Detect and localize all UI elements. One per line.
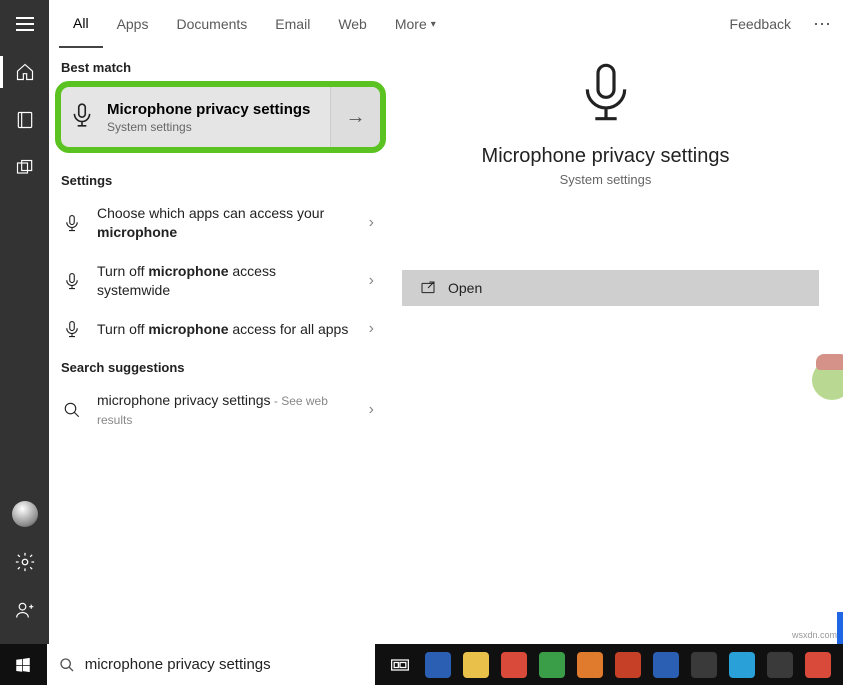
open-label: Open	[448, 280, 482, 296]
menu-button[interactable]	[0, 0, 49, 48]
sidebar-account[interactable]	[0, 490, 49, 538]
chevron-right-icon: ›	[363, 401, 380, 419]
taskbar-app[interactable]	[803, 650, 833, 680]
app-icon	[805, 652, 831, 678]
windows-icon	[14, 656, 32, 674]
taskbar-app[interactable]	[575, 650, 605, 680]
section-best-match: Best match	[49, 48, 392, 81]
taskbar-app[interactable]	[765, 650, 795, 680]
suggestion-row[interactable]: microphone privacy settings - See web re…	[49, 381, 392, 439]
person-icon	[15, 600, 35, 620]
start-sidebar	[0, 0, 49, 644]
settings-result-row[interactable]: Choose which apps can access your microp…	[49, 194, 392, 252]
best-match-result[interactable]: Microphone privacy settings System setti…	[55, 81, 386, 153]
microphone-icon	[69, 102, 95, 133]
microphone-icon	[61, 272, 83, 290]
preview-title: Microphone privacy settings	[482, 145, 730, 168]
search-panel: All Apps Documents Email Web More▾ Best …	[49, 0, 843, 644]
taskbar-app[interactable]	[727, 650, 757, 680]
window-edge-indicator	[837, 612, 843, 644]
app-icon	[653, 652, 679, 678]
taskbar-app[interactable]	[613, 650, 643, 680]
suggestion-text: microphone privacy settings - See web re…	[97, 391, 349, 429]
section-settings: Settings	[49, 161, 392, 194]
app-icon	[577, 652, 603, 678]
gear-icon	[14, 551, 36, 573]
tab-documents[interactable]: Documents	[162, 0, 261, 48]
watermark-logo-icon	[812, 360, 843, 400]
settings-row-text: Turn off microphone access systemwide	[97, 262, 349, 300]
search-input[interactable]	[85, 656, 363, 673]
overflow-menu[interactable]: ⋯	[803, 14, 843, 35]
search-icon	[59, 657, 75, 673]
search-icon	[61, 401, 83, 419]
task-view-icon	[390, 655, 410, 675]
results-column: All Apps Documents Email Web More▾ Best …	[49, 0, 392, 644]
taskbar-app[interactable]	[423, 650, 453, 680]
open-icon	[420, 280, 436, 296]
taskbar-app[interactable]	[499, 650, 529, 680]
microphone-icon	[61, 320, 83, 338]
tab-all[interactable]: All	[59, 0, 103, 48]
microphone-icon	[61, 214, 83, 232]
chevron-right-icon: ›	[363, 320, 380, 338]
settings-result-row[interactable]: Turn off microphone access for all apps ›	[49, 310, 392, 349]
start-button[interactable]	[0, 644, 47, 685]
taskbar-app[interactable]	[689, 650, 719, 680]
taskbar-app[interactable]	[461, 650, 491, 680]
taskbar-search[interactable]	[47, 644, 375, 685]
arrow-right-icon: →	[346, 106, 366, 129]
feedback-link[interactable]: Feedback	[718, 16, 803, 32]
taskbar-tray	[375, 650, 843, 680]
app-icon	[425, 652, 451, 678]
avatar-icon	[12, 501, 38, 527]
open-button[interactable]: Open	[402, 270, 819, 306]
microphone-large-icon	[574, 60, 638, 129]
tab-email[interactable]: Email	[261, 0, 324, 48]
attribution-text: wsxdn.com	[792, 630, 837, 640]
tab-apps[interactable]: Apps	[103, 0, 163, 48]
best-match-subtitle: System settings	[107, 120, 310, 134]
sidebar-item-collections[interactable]	[0, 144, 49, 192]
book-icon	[15, 110, 35, 130]
settings-result-row[interactable]: Turn off microphone access systemwide ›	[49, 252, 392, 310]
watermark: PUALS	[812, 355, 843, 405]
sidebar-power[interactable]	[0, 586, 49, 634]
sidebar-settings[interactable]	[0, 538, 49, 586]
tab-web[interactable]: Web	[324, 0, 381, 48]
app-icon	[691, 652, 717, 678]
best-match-title: Microphone privacy settings	[107, 101, 310, 118]
chevron-right-icon: ›	[363, 214, 380, 232]
app-icon	[615, 652, 641, 678]
taskbar-app[interactable]	[651, 650, 681, 680]
taskbar-app[interactable]	[537, 650, 567, 680]
app-icon	[539, 652, 565, 678]
filter-tabbar: All Apps Documents Email Web More▾	[49, 0, 392, 48]
hamburger-icon	[16, 17, 34, 31]
sidebar-item-home[interactable]	[0, 48, 49, 96]
stack-icon	[15, 158, 35, 178]
task-view-button[interactable]	[385, 650, 415, 680]
app-icon	[463, 652, 489, 678]
taskbar	[0, 644, 843, 685]
sidebar-item-library[interactable]	[0, 96, 49, 144]
best-match-expand[interactable]: →	[330, 87, 380, 147]
home-icon	[15, 62, 35, 82]
chevron-right-icon: ›	[363, 272, 380, 290]
app-icon	[767, 652, 793, 678]
section-suggestions: Search suggestions	[49, 348, 392, 381]
preview-column: Feedback ⋯ Microphone privacy settings S…	[392, 0, 843, 644]
app-icon	[501, 652, 527, 678]
settings-row-text: Choose which apps can access your microp…	[97, 204, 349, 242]
preview-subtitle: System settings	[560, 172, 652, 187]
app-icon	[729, 652, 755, 678]
settings-row-text: Turn off microphone access for all apps	[97, 320, 349, 339]
